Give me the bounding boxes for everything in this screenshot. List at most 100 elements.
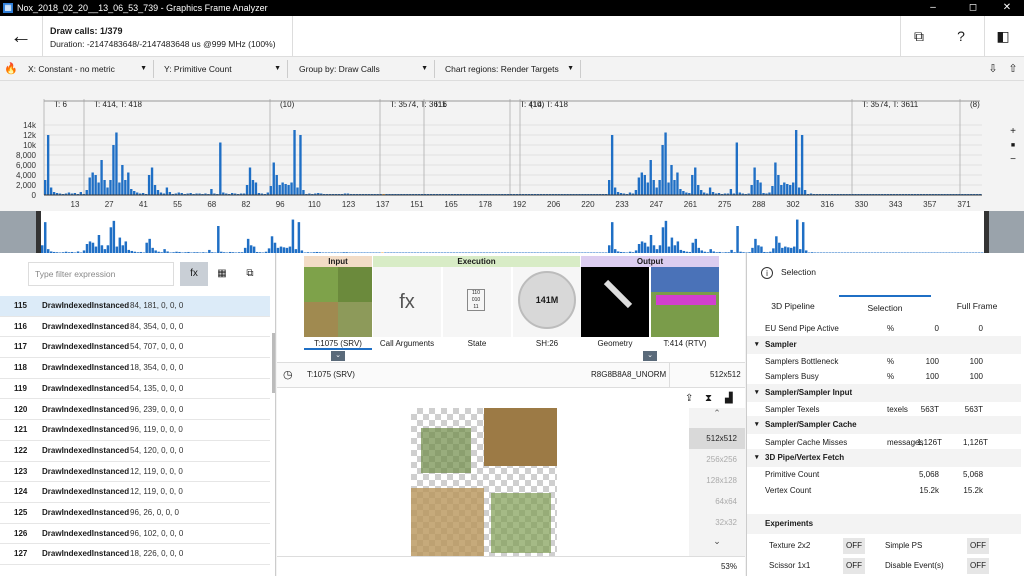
bar-chart-svg[interactable]: 14k12k10k8,0006,0004,0002,0000T: 6 T: 414… [0,81,1024,211]
experiment-toggle[interactable]: OFF [843,558,865,574]
rtv-thumbnail[interactable] [651,267,719,337]
mip-level-item[interactable]: 32x32 [689,512,745,533]
bar[interactable] [691,175,694,195]
input-texture-thumbnail[interactable] [304,267,372,337]
bar[interactable] [786,184,789,195]
bar[interactable] [655,187,658,196]
metric-group-header[interactable]: ▾ 3D Pipe/Vertex Fetch [747,449,1021,468]
bar[interactable] [127,172,130,196]
flame-icon[interactable]: 🔥 [2,60,20,78]
bar[interactable] [735,142,738,196]
bar[interactable] [251,180,255,195]
bar[interactable] [789,185,792,195]
bar[interactable] [697,185,700,195]
list-item[interactable]: 122 DrawIndexedInstanced 54, 120, 0, 0, 0 [0,441,270,462]
bar[interactable] [269,186,272,195]
bar[interactable] [664,132,667,196]
bar[interactable] [676,172,679,196]
list-item[interactable]: 124 DrawIndexedInstanced 12, 119, 0, 0, 0 [0,482,270,503]
bar[interactable] [296,187,299,196]
zoom-out-icon[interactable]: − [1006,153,1020,167]
list-scrollbar[interactable] [272,333,275,393]
bar[interactable] [700,190,703,195]
bar[interactable] [708,187,712,196]
help-icon[interactable]: ? [946,22,976,50]
experiment-toggle[interactable]: OFF [843,538,865,554]
bar[interactable] [94,175,97,195]
chevron-down-icon[interactable]: ⌄ [689,536,745,547]
grid-view-icon[interactable]: ▦ [208,262,236,286]
lock-icon[interactable]: ■ [1006,139,1020,153]
x-axis-dropdown[interactable]: X: Constant - no metric ▼ [22,60,154,78]
bar[interactable] [646,182,649,196]
bar[interactable] [248,167,252,196]
chevron-down-icon[interactable]: ⌄ [643,351,657,361]
bar[interactable] [284,184,287,195]
bar[interactable] [275,175,278,195]
bar[interactable] [106,187,109,196]
bar[interactable] [109,180,112,195]
bar[interactable] [88,177,91,196]
bar[interactable] [613,187,617,196]
bar[interactable] [667,182,670,196]
bar[interactable] [771,186,774,195]
bar[interactable] [753,167,756,196]
chart-regions-dropdown[interactable]: Chart regions: Render Targets ▼ [439,60,581,78]
shader-stage[interactable]: 141M [513,267,581,337]
tab-3d-pipeline[interactable]: 3D Pipeline [747,295,839,317]
geometry-thumbnail[interactable] [581,267,649,337]
texture-preview[interactable] [277,408,689,556]
list-item[interactable]: 119 DrawIndexedInstanced 54, 135, 0, 0, 0 [0,379,270,400]
list-item[interactable]: 118 DrawIndexedInstanced 18, 354, 0, 0, 0 [0,358,270,379]
bar[interactable] [634,190,638,195]
bar[interactable] [219,142,222,196]
metric-row[interactable]: Vertex Count 15.2k 15.2k [747,483,1021,499]
bar[interactable] [299,135,302,195]
bar[interactable] [670,165,673,195]
bar[interactable] [800,135,804,195]
list-item[interactable]: 116 DrawIndexedInstanced 84, 354, 0, 0, 0 [0,317,270,338]
bar[interactable] [783,182,786,196]
bar[interactable] [652,180,655,195]
panel-toggle-icon[interactable]: ⧉ [904,22,934,50]
bar[interactable] [281,182,284,196]
bar[interactable] [112,145,115,195]
bar[interactable] [777,175,780,195]
bar[interactable] [147,175,151,195]
bar[interactable] [153,185,157,195]
bar[interactable] [797,187,801,196]
bar[interactable] [130,189,133,195]
list-item[interactable]: 117 DrawIndexedInstanced 54, 707, 0, 0, 0 [0,337,270,359]
y-axis-dropdown[interactable]: Y: Primitive Count ▼ [158,60,288,78]
bar[interactable] [658,180,661,195]
copy-icon[interactable]: ⧉ [236,262,264,286]
overview-strip[interactable] [0,211,1024,253]
share-icon[interactable]: ⇧ [1004,60,1022,78]
filter-input[interactable]: Type filter expression [28,262,174,286]
list-item[interactable]: 123 DrawIndexedInstanced 12, 119, 0, 0, 0 [0,462,270,483]
back-arrow-icon[interactable]: ← [8,24,34,50]
bar[interactable] [694,167,697,196]
srv-label[interactable]: T:1075 (SRV) [304,339,372,350]
metric-row[interactable]: Samplers Bottleneck% 100 100 [747,354,1021,370]
bar[interactable] [97,182,100,196]
list-item[interactable]: 125 DrawIndexedInstanced 96, 26, 0, 0, 0 [0,503,270,524]
list-item[interactable]: 127 DrawIndexedInstanced 18, 226, 0, 0, 0 [0,544,270,566]
overview-window[interactable] [36,211,989,253]
mip-level-item[interactable]: 512x512 [689,428,745,449]
chevron-down-icon[interactable]: ⌄ [331,351,345,361]
bar[interactable] [272,162,275,196]
experiment-toggle[interactable]: OFF [967,538,989,554]
bar[interactable] [103,180,106,195]
bar[interactable] [278,185,281,195]
bar[interactable] [165,187,169,196]
state-stage[interactable]: 110 010 11 [443,267,511,337]
group-by-dropdown[interactable]: Group by: Draw Calls ▼ [293,60,435,78]
bar[interactable] [649,160,652,195]
bar[interactable] [679,189,682,195]
bar[interactable] [290,182,293,196]
draw-calls-chart[interactable]: 14k 12k 10k 8,000 6,000 4,000 2,000 0 T: 6 T: 414… [0,81,1024,211]
mip-icon[interactable]: ⧗ [705,389,712,408]
bar[interactable] [115,132,118,196]
experiment-toggle[interactable]: OFF [967,558,989,574]
